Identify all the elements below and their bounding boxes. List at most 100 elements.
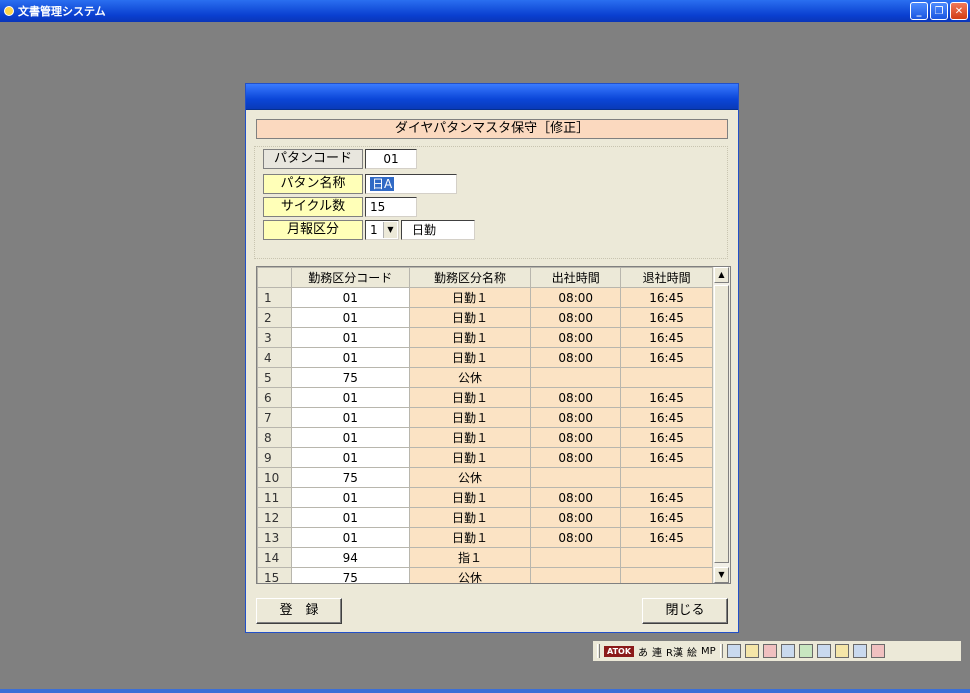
table-row[interactable]: 6 01 日勤１ 08:00 16:45 (257, 387, 713, 408)
dialog-title-bar[interactable] (246, 84, 738, 110)
scroll-up-icon[interactable]: ▲ (714, 267, 729, 283)
cell-start-time[interactable] (530, 567, 622, 583)
cell-name[interactable]: 公休 (408, 467, 532, 488)
cell-name[interactable]: 日勤１ (408, 407, 532, 428)
cell-end-time[interactable]: 16:45 (620, 407, 713, 428)
cell-end-time[interactable] (620, 367, 713, 388)
pattern-name-field[interactable]: 日A (365, 174, 457, 194)
scroll-thumb[interactable] (714, 285, 729, 563)
restore-button[interactable]: ❐ (930, 2, 948, 20)
chevron-down-icon[interactable]: ▼ (383, 222, 397, 238)
table-row[interactable]: 4 01 日勤１ 08:00 16:45 (257, 347, 713, 368)
cell-start-time[interactable]: 08:00 (530, 347, 622, 368)
table-row[interactable]: 9 01 日勤１ 08:00 16:45 (257, 447, 713, 468)
cell-code[interactable]: 01 (290, 507, 410, 528)
table-row[interactable]: 3 01 日勤１ 08:00 16:45 (257, 327, 713, 348)
close-button[interactable]: 閉じる (642, 598, 728, 624)
cell-end-time[interactable]: 16:45 (620, 347, 713, 368)
cell-end-time[interactable]: 16:45 (620, 447, 713, 468)
cell-code[interactable]: 01 (290, 487, 410, 508)
cell-start-time[interactable] (530, 547, 622, 568)
cell-code[interactable]: 01 (290, 527, 410, 548)
emoji-mode[interactable]: 絵 (687, 644, 697, 659)
cell-code[interactable]: 75 (290, 467, 410, 488)
cell-code[interactable]: 94 (290, 547, 410, 568)
cell-name[interactable]: 日勤１ (408, 447, 532, 468)
cell-start-time[interactable]: 08:00 (530, 287, 622, 308)
cell-start-time[interactable] (530, 367, 622, 388)
register-button[interactable]: 登 録 (256, 598, 342, 624)
hand-icon[interactable] (870, 644, 885, 658)
cell-name[interactable]: 日勤１ (408, 307, 532, 328)
cell-code[interactable]: 75 (290, 367, 410, 388)
cell-code[interactable]: 01 (290, 447, 410, 468)
cell-code[interactable]: 01 (290, 387, 410, 408)
help-icon[interactable] (852, 644, 867, 658)
grip-handle[interactable] (597, 644, 600, 658)
cell-code[interactable]: 01 (290, 307, 410, 328)
cell-start-time[interactable]: 08:00 (530, 387, 622, 408)
cell-end-time[interactable]: 16:45 (620, 427, 713, 448)
cell-start-time[interactable]: 08:00 (530, 527, 622, 548)
cycle-count-field[interactable]: 15 (365, 197, 417, 217)
scroll-down-icon[interactable]: ▼ (714, 567, 729, 583)
conversion-mode[interactable]: 連 (652, 644, 662, 659)
cell-end-time[interactable]: 16:45 (620, 527, 713, 548)
dictionary-icon[interactable] (798, 644, 813, 658)
cell-start-time[interactable]: 08:00 (530, 507, 622, 528)
cell-name[interactable]: 公休 (408, 567, 532, 583)
cell-end-time[interactable]: 16:45 (620, 487, 713, 508)
cell-start-time[interactable]: 08:00 (530, 307, 622, 328)
vertical-scrollbar[interactable]: ▲ ▼ (712, 267, 730, 583)
cell-name[interactable]: 日勤１ (408, 527, 532, 548)
cell-start-time[interactable]: 08:00 (530, 327, 622, 348)
cell-end-time[interactable]: 16:45 (620, 387, 713, 408)
atok-logo[interactable]: ATOK (604, 645, 635, 657)
cell-start-time[interactable]: 08:00 (530, 447, 622, 468)
cell-end-time[interactable] (620, 567, 713, 583)
pen-icon[interactable] (762, 644, 777, 658)
table-row[interactable]: 12 01 日勤１ 08:00 16:45 (257, 507, 713, 528)
cell-name[interactable]: 日勤１ (408, 347, 532, 368)
pattern-code-field[interactable]: 01 (365, 149, 417, 169)
cell-name[interactable]: 日勤１ (408, 507, 532, 528)
cell-name[interactable]: 日勤１ (408, 487, 532, 508)
close-window-button[interactable]: ✕ (950, 2, 968, 20)
cell-code[interactable]: 01 (290, 407, 410, 428)
cell-end-time[interactable]: 16:45 (620, 507, 713, 528)
property-icon[interactable] (816, 644, 831, 658)
table-row[interactable]: 14 94 指１ (257, 547, 713, 568)
cell-start-time[interactable] (530, 467, 622, 488)
cell-code[interactable]: 01 (290, 347, 410, 368)
cell-code[interactable]: 01 (290, 287, 410, 308)
menu-icon[interactable] (726, 644, 741, 658)
romaji-kanji-mode[interactable]: R漢 (666, 644, 683, 659)
cell-start-time[interactable]: 08:00 (530, 487, 622, 508)
input-mode-hiragana[interactable]: あ (638, 644, 648, 659)
cell-code[interactable]: 01 (290, 427, 410, 448)
search-icon[interactable] (780, 644, 795, 658)
table-row[interactable]: 1 01 日勤１ 08:00 16:45 (257, 287, 713, 308)
cell-end-time[interactable]: 16:45 (620, 327, 713, 348)
table-row[interactable]: 10 75 公休 (257, 467, 713, 488)
table-row[interactable]: 11 01 日勤１ 08:00 16:45 (257, 487, 713, 508)
table-row[interactable]: 13 01 日勤１ 08:00 16:45 (257, 527, 713, 548)
cell-end-time[interactable] (620, 467, 713, 488)
cell-name[interactable]: 日勤１ (408, 427, 532, 448)
cell-name[interactable]: 公休 (408, 367, 532, 388)
minimize-button[interactable]: _ (910, 2, 928, 20)
monthly-type-select[interactable]: 1 ▼ (365, 220, 399, 240)
cell-name[interactable]: 日勤１ (408, 287, 532, 308)
cell-end-time[interactable]: 16:45 (620, 307, 713, 328)
cell-name[interactable]: 日勤１ (408, 327, 532, 348)
mp-mode[interactable]: MP (701, 646, 716, 657)
table-row[interactable]: 5 75 公休 (257, 367, 713, 388)
cell-start-time[interactable]: 08:00 (530, 407, 622, 428)
table-row[interactable]: 2 01 日勤１ 08:00 16:45 (257, 307, 713, 328)
table-row[interactable]: 8 01 日勤１ 08:00 16:45 (257, 427, 713, 448)
cell-start-time[interactable]: 08:00 (530, 427, 622, 448)
cell-name[interactable]: 指１ (408, 547, 532, 568)
cell-code[interactable]: 75 (290, 567, 410, 583)
cell-end-time[interactable] (620, 547, 713, 568)
cell-end-time[interactable]: 16:45 (620, 287, 713, 308)
